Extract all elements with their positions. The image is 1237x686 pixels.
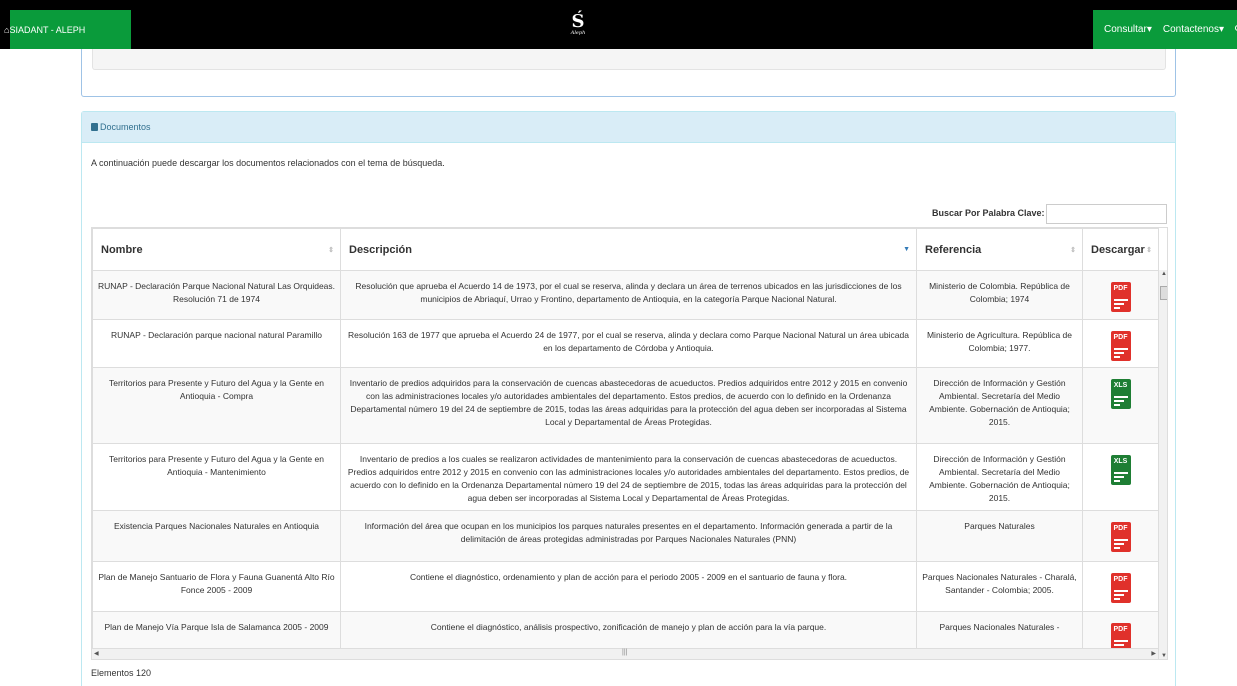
cell-referencia: Ministerio de Colombia. República de Col… bbox=[916, 270, 1083, 320]
documents-table-container: Nombre ⇕ Descripción ▼ Referencia ⇕ Descarg… bbox=[91, 227, 1168, 660]
pdf-download-icon[interactable]: PDF bbox=[1110, 522, 1131, 552]
scroll-right-arrow-icon[interactable]: ▶ bbox=[1151, 650, 1156, 657]
cell-descargar: XLS bbox=[1082, 443, 1159, 511]
documents-heading-label: Documentos bbox=[100, 122, 151, 132]
pdf-download-icon[interactable]: PDF bbox=[1110, 573, 1131, 603]
scroll-grip-icon[interactable]: ||| bbox=[622, 649, 627, 656]
sort-icon: ⇕ bbox=[1146, 247, 1152, 254]
brand-title: SIADANT - ALEPH bbox=[9, 24, 86, 35]
xls-download-icon[interactable]: XLS bbox=[1110, 455, 1131, 485]
vertical-scrollbar[interactable]: ▲ ▼ bbox=[1158, 270, 1167, 659]
logo-sub: Aleph bbox=[570, 30, 586, 36]
column-header-referencia[interactable]: Referencia ⇕ bbox=[916, 228, 1083, 271]
column-header-nombre[interactable]: Nombre ⇕ bbox=[92, 228, 341, 271]
column-header-descargar[interactable]: Descargar ⇕ bbox=[1082, 228, 1159, 271]
cell-nombre: Territorios para Presente y Futuro del A… bbox=[92, 367, 341, 444]
cell-descargar: PDF bbox=[1082, 319, 1159, 368]
table-row: Plan de Manejo Santuario de Flora y Faun… bbox=[92, 561, 1159, 612]
cell-descripcion: Inventario de predios a los cuales se re… bbox=[340, 443, 917, 511]
cell-referencia: Parques Naturales bbox=[916, 510, 1083, 562]
keyword-search-input[interactable] bbox=[1046, 204, 1167, 224]
cell-descargar: PDF bbox=[1082, 561, 1159, 612]
sort-desc-icon: ▼ bbox=[903, 246, 910, 253]
book-icon bbox=[91, 123, 98, 131]
cell-descripcion: Contiene el diagnóstico, ordenamiento y … bbox=[340, 561, 917, 612]
cell-descargar: PDF bbox=[1082, 510, 1159, 562]
cell-descripcion: Resolución 163 de 1977 que aprueba el Ac… bbox=[340, 319, 917, 368]
documents-panel: Documentos A continuación puede descarga… bbox=[81, 111, 1176, 686]
cell-nombre: RUNAP - Declaración Parque Nacional Natu… bbox=[92, 270, 341, 320]
element-count: Elementos 120 bbox=[91, 668, 152, 678]
xls-download-icon[interactable]: XLS bbox=[1110, 379, 1131, 409]
table-row: Existencia Parques Nacionales Naturales … bbox=[92, 510, 1159, 562]
menu-contactenos[interactable]: Contactenos▾ bbox=[1163, 24, 1224, 35]
cell-nombre: Territorios para Presente y Futuro del A… bbox=[92, 443, 341, 511]
horizontal-scrollbar[interactable]: ◀ ||| ▶ bbox=[92, 648, 1158, 659]
column-header-descripcion[interactable]: Descripción ▼ bbox=[340, 228, 917, 271]
aleph-logo: Ś Aleph bbox=[566, 11, 590, 42]
table-row: Territorios para Presente y Futuro del A… bbox=[92, 443, 1159, 511]
cell-nombre: Existencia Parques Nacionales Naturales … bbox=[92, 510, 341, 562]
brand-link[interactable]: ⌂ SIADANT - ALEPH bbox=[0, 10, 85, 49]
cell-descargar: XLS bbox=[1082, 367, 1159, 444]
cell-descargar: PDF bbox=[1082, 270, 1159, 320]
scroll-left-arrow-icon[interactable]: ◀ bbox=[94, 650, 99, 657]
cell-referencia: Parques Nacionales Naturales - Charalá, … bbox=[916, 561, 1083, 612]
cell-nombre: RUNAP - Declaración parque nacional natu… bbox=[92, 319, 341, 368]
sort-icon: ⇕ bbox=[1070, 247, 1076, 254]
scroll-up-arrow-icon[interactable]: ▲ bbox=[1161, 271, 1167, 277]
documents-table: Nombre ⇕ Descripción ▼ Referencia ⇕ Descarg… bbox=[92, 228, 1159, 658]
table-row: Territorios para Presente y Futuro del A… bbox=[92, 367, 1159, 444]
cell-referencia: Dirección de Información y Gestión Ambie… bbox=[916, 443, 1083, 511]
documents-heading: Documentos bbox=[82, 112, 1175, 143]
cell-referencia: Dirección de Información y Gestión Ambie… bbox=[916, 367, 1083, 444]
pdf-download-icon[interactable]: PDF bbox=[1110, 331, 1131, 361]
top-navbar: ⌂ SIADANT - ALEPH Ś Aleph Consultar▾ Con… bbox=[0, 0, 1237, 49]
scroll-thumb[interactable] bbox=[1160, 286, 1167, 300]
cell-descripcion: Resolución que aprueba el Acuerdo 14 de … bbox=[340, 270, 917, 320]
menu-consultar[interactable]: Consultar▾ bbox=[1104, 24, 1152, 35]
logo-mark: Ś bbox=[571, 11, 585, 32]
sort-icon: ⇕ bbox=[328, 247, 334, 254]
cell-descripcion: Información del área que ocupan en los m… bbox=[340, 510, 917, 562]
nav-menu: Consultar▾ Contactenos▾ ⚲ bbox=[1093, 10, 1237, 49]
pdf-download-icon[interactable]: PDF bbox=[1110, 282, 1131, 312]
cell-descripcion: Inventario de predios adquiridos para la… bbox=[340, 367, 917, 444]
scroll-down-arrow-icon[interactable]: ▼ bbox=[1161, 653, 1167, 659]
cell-referencia: Ministerio de Agricultura. República de … bbox=[916, 319, 1083, 368]
previous-panel-well bbox=[92, 49, 1166, 70]
documents-intro: A continuación puede descargar los docum… bbox=[91, 158, 445, 168]
table-row: RUNAP - Declaración parque nacional natu… bbox=[92, 319, 1159, 368]
previous-panel bbox=[81, 49, 1176, 97]
search-label: Buscar Por Palabra Clave: bbox=[932, 208, 1045, 218]
cell-nombre: Plan de Manejo Santuario de Flora y Faun… bbox=[92, 561, 341, 612]
table-row: RUNAP - Declaración Parque Nacional Natu… bbox=[92, 270, 1159, 320]
